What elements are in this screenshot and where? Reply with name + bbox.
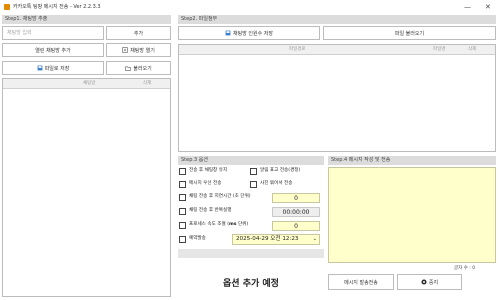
reserve-label: 예약발송	[189, 236, 206, 241]
file-load-button[interactable]: 파일 불러오기	[323, 26, 496, 40]
dropdown-arrow-icon: ⌄	[312, 236, 317, 242]
alert-report-checkbox[interactable]	[250, 168, 257, 175]
speed-checkbox[interactable]	[179, 222, 186, 229]
save-icon	[225, 30, 231, 36]
load-label: 불러오기	[133, 65, 152, 72]
file-delete-col-header: 삭제	[468, 47, 477, 52]
title-bar: 카카오톡 팅팡 메시지 전송 - Ver 2.2.3.3 — ✕	[0, 0, 500, 14]
file-list-header: 파일경로 파일명 삭제	[179, 45, 495, 55]
close-button[interactable]: ✕	[485, 1, 491, 13]
room-delete-col-header: 삭제	[143, 81, 152, 86]
speed-label-unit: ms	[228, 222, 237, 227]
delay-input[interactable]: 0	[272, 193, 320, 203]
keep-room-checkbox[interactable]	[179, 168, 186, 175]
photo-first-checkbox[interactable]	[250, 181, 257, 188]
room-open-label: 채팅방 열기	[130, 47, 155, 54]
message-first-checkbox[interactable]	[179, 181, 186, 188]
room-input-placeholder: 채팅방 입력	[7, 30, 32, 36]
step3-separator	[178, 249, 324, 258]
repeat-label: 채팅 전송 후 반복실행	[189, 208, 232, 213]
speed-label-prefix: 프로세스 속도 조절 (	[189, 222, 229, 227]
file-path-col-header: 파일경로	[289, 47, 306, 52]
open-rooms-add-button[interactable]: 열린 채팅방 추가	[2, 43, 104, 57]
photo-first-label: 사진 묶어서 전송	[260, 181, 293, 186]
save-file-label: 파일로 저장	[44, 65, 70, 72]
repeat-time-input[interactable]: 00:00:00	[272, 207, 320, 217]
folder-open-icon	[125, 66, 131, 71]
send-message-button[interactable]: 메시지 발송전송	[328, 274, 394, 290]
alert-report-label: 알림 표고 전송(경정)	[260, 168, 301, 173]
message-textarea[interactable]	[328, 167, 496, 263]
minimize-button[interactable]: —	[464, 1, 471, 13]
room-open-button[interactable]: 채팅방 열기	[106, 43, 171, 57]
speed-label-suffix: 단위)	[236, 222, 249, 227]
char-count: 글자 수 : 0	[454, 266, 476, 271]
room-list[interactable]: 채팅방 삭제	[2, 78, 171, 297]
room-capacity-save-button[interactable]: 채팅방 인원수 저장	[178, 26, 320, 40]
room-open-icon	[122, 47, 128, 53]
stop-icon	[421, 279, 427, 285]
message-first-label: 메시지 우선 전송	[189, 181, 222, 186]
add-room-button[interactable]: 추가	[106, 26, 171, 40]
delay-checkbox[interactable]	[179, 194, 186, 201]
keep-room-label: 전송 후 채팅창 유지	[189, 168, 228, 173]
stop-button[interactable]: 중지	[397, 274, 462, 290]
step3-header: Step.3 옵션	[178, 156, 324, 165]
room-col-header: 채팅방	[83, 81, 96, 86]
load-button[interactable]: 불러오기	[106, 61, 171, 75]
save-file-button[interactable]: 파일로 저장	[2, 61, 104, 75]
app-icon	[4, 4, 10, 10]
delay-label: 채팅 전송 후 지연시간 (초 단위)	[189, 194, 251, 199]
reserve-checkbox[interactable]	[179, 236, 186, 243]
reserve-datetime-value: 2025-04-29 오전 12:23	[236, 236, 299, 242]
speed-input[interactable]: 0	[272, 221, 320, 231]
file-save-icon	[37, 65, 43, 71]
stop-label: 중지	[428, 279, 439, 286]
room-input[interactable]: 채팅방 입력	[2, 26, 104, 40]
repeat-checkbox[interactable]	[179, 208, 186, 215]
window-title: 카카오톡 팅팡 메시지 전송 - Ver 2.2.3.3	[13, 4, 101, 10]
file-list[interactable]: 파일경로 파일명 삭제	[178, 44, 496, 152]
speed-label: 프로세스 속도 조절 (ms 단위)	[189, 221, 248, 229]
step1-header: Step1. 채팅방 추출	[2, 15, 171, 24]
reserve-datetime-picker[interactable]: 2025-04-29 오전 12:23 ⌄	[232, 234, 320, 245]
step4-header: Step.4 메시지 작성 및 전송	[328, 156, 496, 165]
options-coming-banner: 옵션 추가 예정	[223, 278, 279, 289]
step2-header: Step2. 파일첨부	[178, 15, 496, 24]
file-type-col-header: 파일명	[433, 47, 446, 52]
room-capacity-save-label: 채팅방 인원수 저장	[233, 30, 273, 37]
room-list-header: 채팅방 삭제	[3, 79, 170, 89]
app-window: 카카오톡 팅팡 메시지 전송 - Ver 2.2.3.3 — ✕ Step1. …	[0, 0, 500, 300]
